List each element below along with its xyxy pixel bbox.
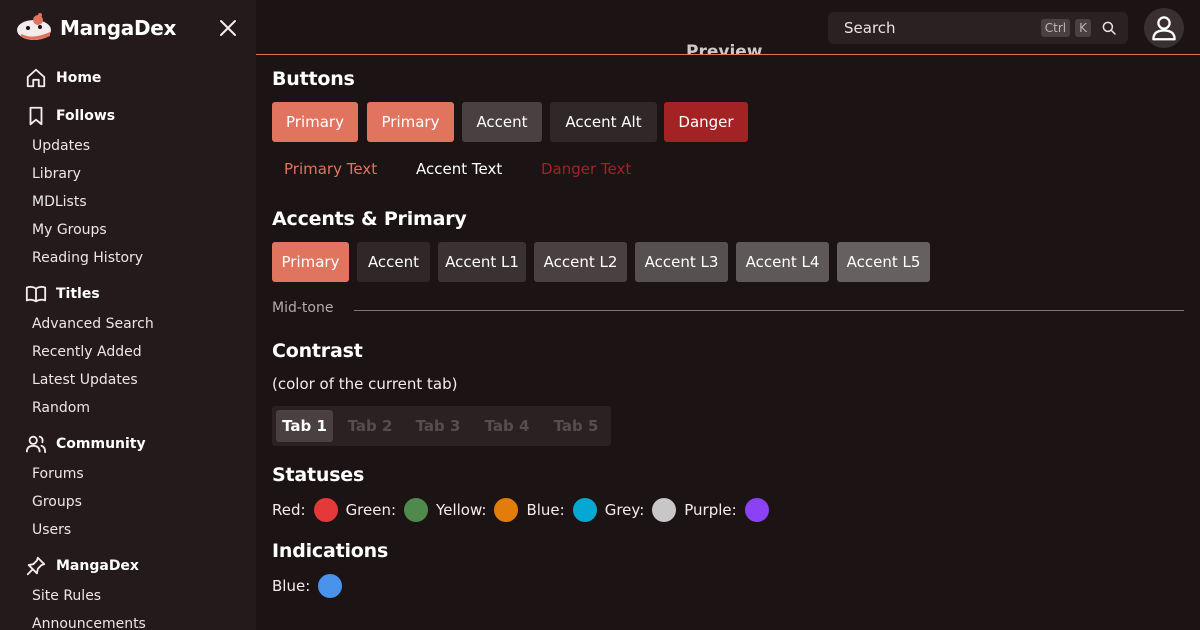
- indication-row: Blue:: [272, 573, 350, 599]
- primary-text-button[interactable]: Primary Text: [284, 160, 377, 180]
- sidebar-section-home[interactable]: Home: [0, 62, 256, 94]
- sidebar-item-recently-added[interactable]: Recently Added: [0, 338, 256, 366]
- status-label-purple: Purple:: [684, 501, 737, 519]
- bookmark-icon: [24, 104, 48, 128]
- accent-alt-button[interactable]: Accent Alt: [550, 102, 657, 142]
- section-heading-buttons: Buttons: [272, 68, 355, 90]
- status-label-red: Red:: [272, 501, 306, 519]
- shortcut-key-ctrl: Ctrl: [1040, 19, 1071, 37]
- status-dot-yellow: [494, 498, 519, 522]
- accent-button[interactable]: Accent: [462, 102, 542, 142]
- brand-name: MangaDex: [60, 16, 177, 40]
- sidebar-nav: Home Follows Updates Library MDLists My …: [0, 62, 256, 630]
- user-icon: [1152, 16, 1176, 41]
- status-row: Red: Green: Yellow: Blue: Grey: Purple:: [272, 497, 777, 523]
- search-input[interactable]: Search Ctrl K: [828, 12, 1128, 44]
- status-dot-blue: [572, 498, 597, 522]
- sidebar-item-my-groups[interactable]: My Groups: [0, 216, 256, 244]
- tab-bar: Tab 1 Tab 2 Tab 3 Tab 4 Tab 5: [272, 406, 611, 446]
- book-open-icon: [24, 282, 48, 306]
- section-heading-statuses: Statuses: [272, 464, 365, 486]
- sidebar-section-label: Home: [56, 70, 102, 86]
- search-icon[interactable]: [1100, 19, 1118, 37]
- section-heading-indications: Indications: [272, 540, 389, 562]
- primary-button-alt[interactable]: Primary: [367, 102, 454, 142]
- sidebar-item-random[interactable]: Random: [0, 394, 256, 422]
- section-heading-accents: Accents & Primary: [272, 208, 467, 230]
- sidebar-item-announcements[interactable]: Announcements: [0, 610, 256, 630]
- swatch-primary[interactable]: Primary: [272, 242, 349, 282]
- tab-1[interactable]: Tab 1: [276, 410, 333, 442]
- sidebar-item-groups[interactable]: Groups: [0, 488, 256, 516]
- danger-button[interactable]: Danger: [664, 102, 748, 142]
- swatch-accent-l2[interactable]: Accent L2: [534, 242, 627, 282]
- status-label-yellow: Yellow:: [436, 501, 487, 519]
- sidebar-item-forums[interactable]: Forums: [0, 460, 256, 488]
- status-label-blue: Blue:: [526, 501, 565, 519]
- status-dot-purple: [744, 498, 769, 522]
- brand[interactable]: MangaDex: [16, 12, 176, 44]
- indication-dot-blue: [318, 574, 343, 598]
- sidebar-section-label: MangaDex: [56, 558, 139, 574]
- sidebar-section-follows[interactable]: Follows: [0, 100, 256, 132]
- midtone-divider: [354, 310, 1184, 311]
- sidebar-section-label: Titles: [56, 286, 100, 302]
- sidebar-section-titles[interactable]: Titles: [0, 278, 256, 310]
- sidebar-section-community[interactable]: Community: [0, 428, 256, 460]
- swatch-accent-l1[interactable]: Accent L1: [438, 242, 526, 282]
- sidebar-item-site-rules[interactable]: Site Rules: [0, 582, 256, 610]
- tab-5[interactable]: Tab 5: [546, 410, 606, 442]
- swatch-accent-l3[interactable]: Accent L3: [635, 242, 728, 282]
- contrast-subtitle: (color of the current tab): [272, 375, 458, 393]
- tab-3[interactable]: Tab 3: [408, 410, 468, 442]
- home-icon: [24, 66, 48, 90]
- sidebar: MangaDex Home Follows Updates Library MD…: [0, 0, 256, 630]
- pin-icon: [24, 554, 48, 578]
- status-label-grey: Grey:: [604, 501, 645, 519]
- sidebar-item-library[interactable]: Library: [0, 160, 256, 188]
- primary-button[interactable]: Primary: [272, 102, 358, 142]
- user-avatar[interactable]: [1144, 8, 1184, 48]
- sidebar-item-mdlists[interactable]: MDLists: [0, 188, 256, 216]
- swatch-accent[interactable]: Accent: [357, 242, 430, 282]
- status-dot-grey: [652, 498, 677, 522]
- sidebar-item-latest-updates[interactable]: Latest Updates: [0, 366, 256, 394]
- swatch-accent-l4[interactable]: Accent L4: [736, 242, 829, 282]
- page-title: Preview: [686, 42, 763, 54]
- sidebar-item-updates[interactable]: Updates: [0, 132, 256, 160]
- status-dot-red: [313, 498, 338, 522]
- topbar: Preview Search Ctrl K: [256, 0, 1200, 55]
- sidebar-item-advanced-search[interactable]: Advanced Search: [0, 310, 256, 338]
- midtone-label: Mid-tone: [272, 300, 334, 316]
- mangadex-logo-icon: [17, 13, 51, 40]
- swatch-accent-l5[interactable]: Accent L5: [837, 242, 930, 282]
- indication-label-blue: Blue:: [272, 577, 311, 595]
- shortcut-key-k: K: [1075, 19, 1091, 37]
- sidebar-section-label: Follows: [56, 108, 116, 124]
- search-placeholder: Search: [844, 19, 896, 37]
- close-icon[interactable]: [216, 16, 240, 40]
- tab-4[interactable]: Tab 4: [476, 410, 538, 442]
- main-content: Buttons Primary Primary Accent Accent Al…: [272, 56, 1184, 630]
- status-label-green: Green:: [345, 501, 397, 519]
- danger-text-button[interactable]: Danger Text: [541, 160, 631, 180]
- accent-text-button[interactable]: Accent Text: [416, 160, 502, 180]
- sidebar-section-mangadex[interactable]: MangaDex: [0, 550, 256, 582]
- users-icon: [24, 432, 48, 456]
- sidebar-section-label: Community: [56, 436, 146, 452]
- sidebar-item-reading-history[interactable]: Reading History: [0, 244, 256, 272]
- section-heading-contrast: Contrast: [272, 340, 363, 362]
- tab-2[interactable]: Tab 2: [340, 410, 400, 442]
- sidebar-item-users[interactable]: Users: [0, 516, 256, 544]
- status-dot-green: [404, 498, 429, 522]
